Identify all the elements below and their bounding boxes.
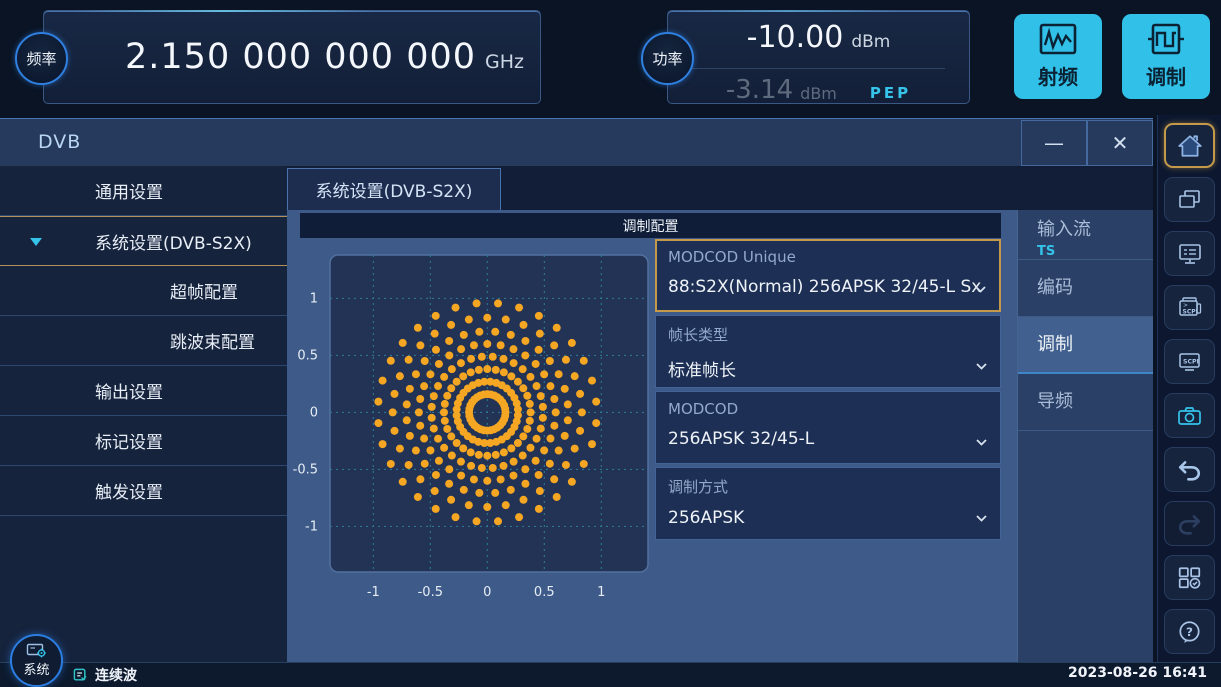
sidebar-item-system-dvbs2x[interactable]: 系统设置(DVB-S2X) <box>0 216 287 266</box>
sidebar-item-trigger[interactable]: 触发设置 <box>0 466 287 516</box>
frequency-unit: GHz <box>485 41 524 73</box>
category-menu: 输入流 TS 编码 调制 导频 <box>1017 210 1153 662</box>
frequency-panel[interactable]: 2.150 000 000 000 GHz <box>43 10 541 104</box>
instrument-screen: 2.150 000 000 000 GHz 频率 -10.00 dBm -3.1… <box>0 0 1221 687</box>
power-badge: 功率 <box>641 32 694 85</box>
frequency-badge: 频率 <box>15 32 68 85</box>
svg-text:?: ? <box>1186 624 1193 638</box>
camera-icon <box>1176 404 1203 428</box>
tab-system-settings[interactable]: 系统设置(DVB-S2X) <box>287 168 501 210</box>
tab-row: 系统设置(DVB-S2X) <box>287 166 1153 210</box>
undo-icon <box>1176 458 1203 482</box>
pep-unit: dBm <box>800 78 837 103</box>
system-gear-icon <box>26 643 48 658</box>
sidebar-item-superframe[interactable]: 超帧配置 <box>0 266 287 316</box>
apps-check-icon <box>1176 565 1203 590</box>
redo-button[interactable] <box>1164 501 1215 546</box>
system-config-icon <box>1177 242 1203 266</box>
sidebar-item-general[interactable]: 通用设置 <box>0 166 287 216</box>
power-unit: dBm <box>851 24 890 52</box>
dropdown-modcod[interactable]: MODCOD 256APSK 32/45-L <box>655 391 1001 464</box>
rf-on-button[interactable]: 射频 <box>1014 14 1102 99</box>
minimize-button[interactable]: — <box>1021 120 1087 166</box>
svg-text:0.5: 0.5 <box>534 585 555 600</box>
window-titlebar: DVB — ✕ <box>0 118 1153 166</box>
system-button[interactable]: 系统 <box>10 634 63 687</box>
scpi-monitor-button[interactable]: SCPI <box>1164 339 1215 384</box>
apps-check-button[interactable] <box>1164 555 1215 600</box>
dropdown-frame-length-type[interactable]: 帧长类型 标准帧长 <box>655 315 1001 388</box>
svg-text:-1: -1 <box>305 519 318 534</box>
note-icon <box>72 667 88 683</box>
chevron-down-icon <box>975 514 988 523</box>
rf-wave-icon <box>1039 23 1077 55</box>
windows-icon <box>1177 188 1202 211</box>
rf-button-label: 射频 <box>1038 61 1078 90</box>
chevron-down-icon <box>975 362 988 371</box>
svg-text:0: 0 <box>310 405 318 420</box>
dropdown-modulation-type[interactable]: 调制方式 256APSK <box>655 467 1001 540</box>
mode-label: 连续波 <box>95 665 137 685</box>
constellation-plot: 1 0.5 0 -0.5 -1 -1 -0.5 0 0.5 1 <box>285 247 680 612</box>
svg-text:0: 0 <box>483 585 491 600</box>
screenshot-button[interactable] <box>1164 393 1215 438</box>
window-title: DVB <box>38 131 81 153</box>
minimize-icon: — <box>1044 131 1064 155</box>
pulse-wave-icon <box>1147 23 1185 55</box>
close-icon: ✕ <box>1112 131 1129 155</box>
pep-value: -3.14 <box>726 75 793 105</box>
power-divider <box>692 68 945 69</box>
home-button[interactable] <box>1164 123 1215 168</box>
sidebar-item-marker[interactable]: 标记设置 <box>0 416 287 466</box>
dropdown-modcod-unique[interactable]: MODCOD Unique 88:S2X(Normal) 256APSK 32/… <box>655 239 1001 312</box>
windows-button[interactable] <box>1164 177 1215 222</box>
svg-text:1: 1 <box>597 585 605 600</box>
close-button[interactable]: ✕ <box>1087 120 1153 166</box>
expand-triangle-icon <box>30 238 42 246</box>
modcod-fields: MODCOD Unique 88:S2X(Normal) 256APSK 32/… <box>655 239 1001 543</box>
help-button[interactable]: ? <box>1164 609 1215 654</box>
scpi-record-icon: > SCPI <box>1176 295 1203 320</box>
power-value: -10.00 <box>747 20 844 55</box>
status-bar <box>0 662 1221 687</box>
input-stream-value: TS <box>1037 244 1153 259</box>
menu-item-modulation[interactable]: 调制 <box>1018 317 1153 374</box>
mod-button-label: 调制 <box>1146 61 1186 90</box>
sidebar-item-beam-hopping[interactable]: 跳波束配置 <box>0 316 287 366</box>
help-icon: ? <box>1176 619 1203 645</box>
settings-sidebar: 通用设置 系统设置(DVB-S2X) 超帧配置 跳波束配置 输出设置 标记设置 … <box>0 166 287 662</box>
menu-item-pilot[interactable]: 导频 <box>1018 374 1153 431</box>
datetime: 2023-08-26 16:41 <box>1068 665 1207 681</box>
frequency-value: 2.150 000 000 000 <box>125 37 476 77</box>
svg-text:0.5: 0.5 <box>297 348 318 363</box>
svg-text:SCPI: SCPI <box>1183 358 1199 365</box>
chevron-down-icon <box>974 285 987 294</box>
pep-label: PEP <box>870 78 911 102</box>
waveform-mode: 连续波 <box>72 665 137 685</box>
redo-icon <box>1176 512 1203 536</box>
panel-title: 调制配置 <box>300 213 1001 238</box>
svg-text:-0.5: -0.5 <box>293 462 318 477</box>
svg-text:1: 1 <box>310 291 318 306</box>
home-icon <box>1177 134 1203 158</box>
chevron-down-icon <box>975 438 988 447</box>
system-config-button[interactable] <box>1164 231 1215 276</box>
undo-button[interactable] <box>1164 447 1215 492</box>
mod-on-button[interactable]: 调制 <box>1122 14 1210 99</box>
menu-item-coding[interactable]: 编码 <box>1018 260 1153 317</box>
svg-text:-1: -1 <box>367 585 380 600</box>
menu-item-input-stream[interactable]: 输入流 TS <box>1018 210 1153 260</box>
scpi-monitor-icon: SCPI <box>1176 350 1203 374</box>
svg-text:SCPI: SCPI <box>1183 309 1198 316</box>
power-panel[interactable]: -10.00 dBm -3.14 dBm PEP <box>667 10 970 104</box>
quick-access-strip: > SCPI SCPI <box>1157 115 1221 662</box>
scpi-record-button[interactable]: > SCPI <box>1164 285 1215 330</box>
sidebar-item-output[interactable]: 输出设置 <box>0 366 287 416</box>
svg-text:-0.5: -0.5 <box>418 585 443 600</box>
